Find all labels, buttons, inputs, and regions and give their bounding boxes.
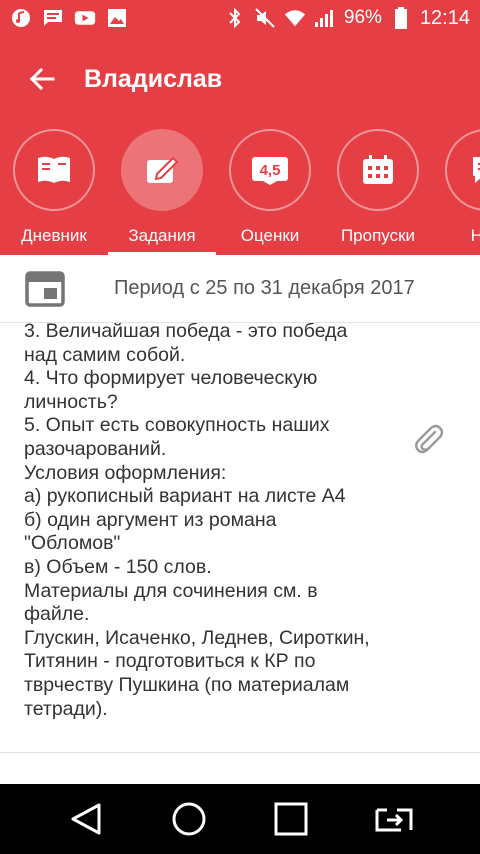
calendar-icon: [363, 155, 393, 184]
app-bar: Владислав: [0, 36, 480, 122]
system-nav-bar: [0, 784, 480, 854]
task-line: разочарований.: [24, 437, 167, 460]
image-icon: [106, 7, 128, 29]
book-icon: [38, 156, 70, 183]
task-line: б) один аргумент из романа: [24, 508, 277, 531]
task-line: Титянин - подготовиться к КР по: [24, 650, 316, 673]
tab-label: Нов: [470, 226, 480, 245]
tab-tasks[interactable]: Задания: [108, 122, 216, 255]
period-selector[interactable]: Период с 25 по 31 декабря 2017: [0, 255, 480, 323]
task-line: Глускин, Исаченко, Леднев, Сироткин,: [24, 626, 370, 649]
clock: 12:14: [419, 6, 470, 29]
task-line: тетради).: [24, 697, 108, 720]
task-description: 3. Величайшая победа - это победа над сам…: [24, 323, 404, 721]
task-line: Условия оформления:: [24, 461, 227, 484]
wifi-icon: [284, 7, 306, 29]
tab-label: Пропуски: [340, 226, 416, 245]
switch-apps-icon: [375, 808, 413, 832]
tab-grades[interactable]: 4,5 Оценки: [216, 122, 324, 255]
status-bar: 96% 12:14: [0, 0, 480, 36]
page-title: Владислав: [84, 64, 223, 93]
task-line: файле.: [24, 603, 90, 626]
task-line: личность?: [24, 390, 118, 413]
tab-absences[interactable]: Пропуски: [324, 122, 432, 255]
youtube-icon: [74, 7, 96, 29]
circle-home-icon: [172, 802, 206, 836]
task-line: 4. Что формирует человеческую: [24, 367, 318, 390]
nav-switch-button[interactable]: [364, 789, 424, 849]
grades-icon: 4,5: [252, 157, 288, 185]
tab-bar: Дневник Задания 4,5 Оценки Пропуски Нов: [0, 122, 480, 255]
battery-icon: [390, 7, 412, 29]
tab-label: Оценки: [240, 226, 300, 245]
period-label: Период с 25 по 31 декабря 2017: [114, 277, 415, 299]
tab-label: Задания: [128, 226, 196, 245]
tab-news[interactable]: Нов: [432, 122, 480, 255]
square-recents-icon: [274, 802, 308, 836]
task-line: в) Объем - 150 слов.: [24, 555, 212, 578]
message-icon: [42, 7, 64, 29]
week-calendar-icon: [0, 255, 90, 323]
task-line: а) рукописный вариант на листе А4: [24, 485, 346, 508]
grades-icon-text: 4,5: [260, 162, 281, 179]
attachment-icon[interactable]: [408, 419, 448, 459]
task-line: над самим собой.: [24, 343, 186, 366]
bluetooth-icon: [224, 7, 246, 29]
battery-percent: 96%: [343, 7, 382, 28]
task-line: 5. Опыт есть совокупность наших: [24, 414, 330, 437]
content-area-bottom: [0, 753, 480, 784]
task-line: 3. Величайшая победа - это победа: [24, 323, 348, 342]
nav-recents-button[interactable]: [261, 789, 321, 849]
music-icon: [10, 7, 32, 29]
arrow-back-icon: [29, 67, 55, 91]
back-button[interactable]: [0, 36, 84, 122]
task-line: тврчеству Пушкина (по материалам: [24, 673, 350, 696]
nav-home-button[interactable]: [159, 789, 219, 849]
signal-icon: [314, 7, 336, 29]
tab-diary[interactable]: Дневник: [0, 122, 108, 255]
triangle-back-icon: [71, 803, 101, 835]
task-line: "Обломов": [24, 532, 121, 555]
news-icon: [473, 157, 480, 183]
nav-back-button[interactable]: [56, 789, 116, 849]
edit-icon: [147, 156, 179, 183]
tab-label: Дневник: [21, 226, 87, 245]
task-card[interactable]: 3. Величайшая победа - это победа над сам…: [0, 323, 480, 753]
mute-icon: [254, 7, 276, 29]
task-line: Материалы для сочинения см. в: [24, 579, 318, 602]
